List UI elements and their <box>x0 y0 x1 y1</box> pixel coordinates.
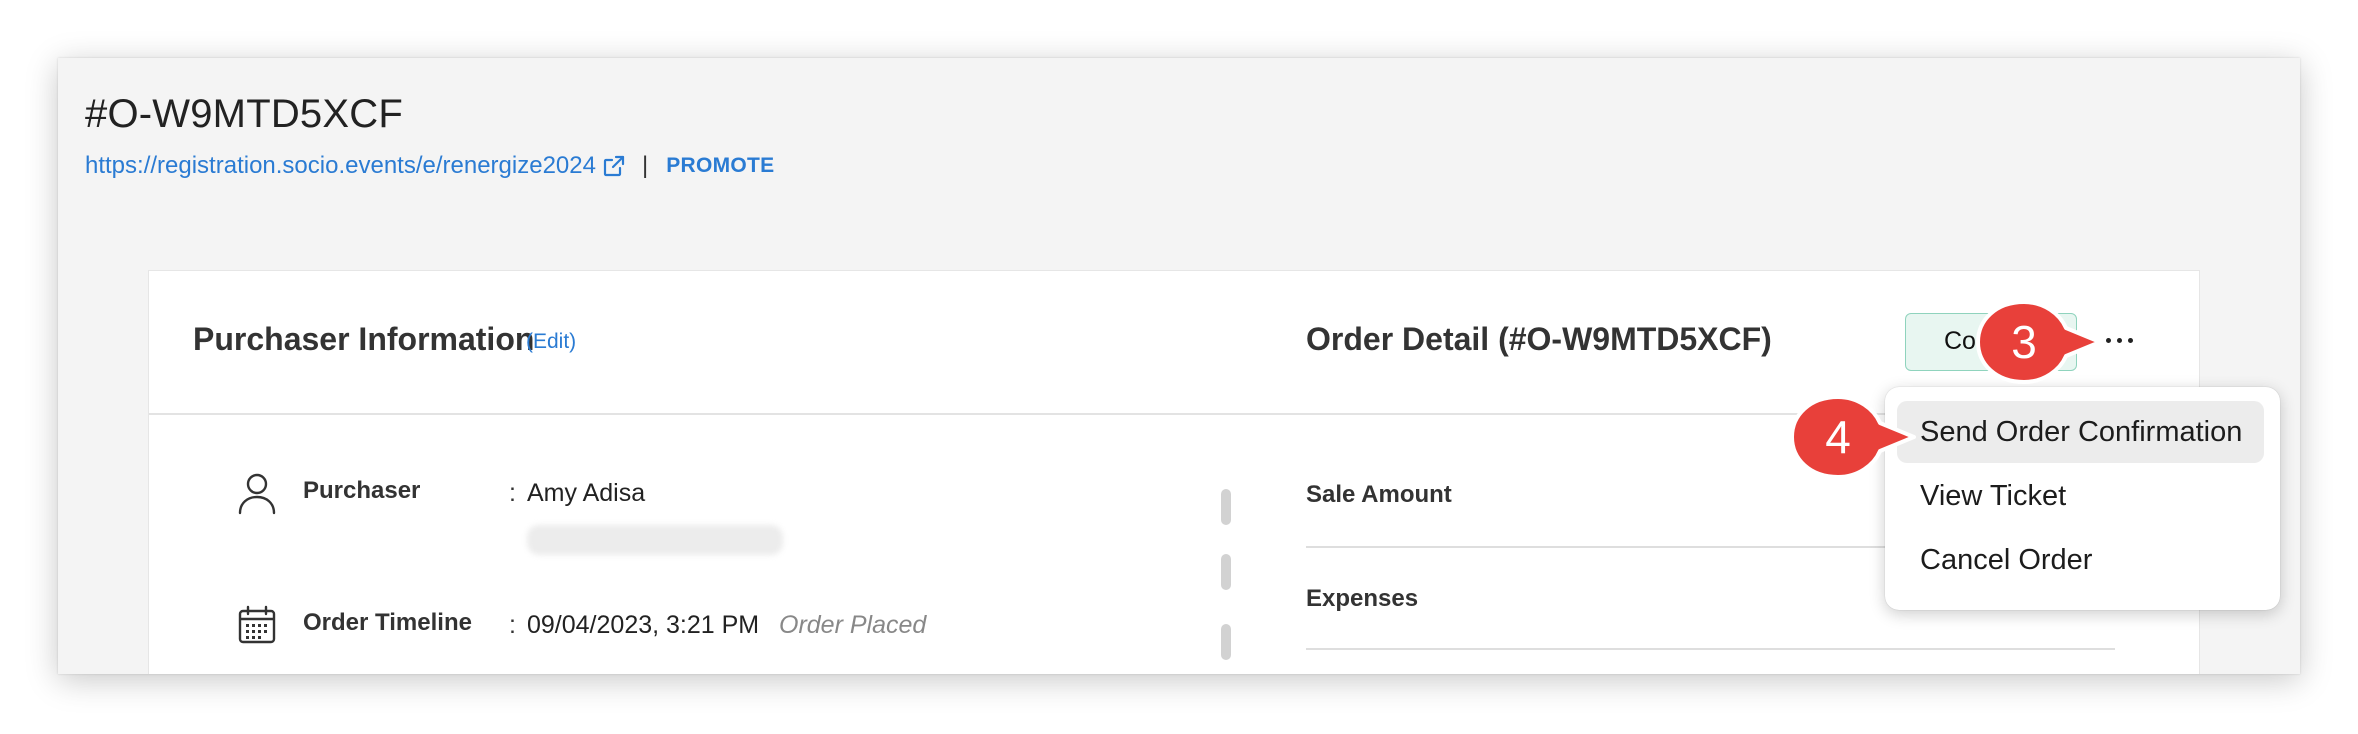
order-timeline-colon: : <box>509 611 516 639</box>
purchaser-label: Purchaser <box>303 477 421 504</box>
scroll-divider <box>1221 489 1231 525</box>
event-url-row: https://registration.socio.events/e/rene… <box>85 152 774 180</box>
order-id-title: #O-W9MTD5XCF <box>85 92 403 136</box>
purchaser-email-redacted <box>527 525 783 555</box>
external-link-icon[interactable] <box>602 154 626 178</box>
menu-item-send-order-confirmation[interactable]: Send Order Confirmation <box>1897 401 2264 463</box>
sale-amount-label: Sale Amount <box>1306 481 1452 508</box>
event-url-link[interactable]: https://registration.socio.events/e/rene… <box>85 152 596 180</box>
calendar-icon <box>238 605 276 644</box>
scroll-divider <box>1221 554 1231 590</box>
order-timeline-label: Order Timeline <box>303 609 472 636</box>
url-separator: | <box>641 152 649 179</box>
order-timeline-date: 09/04/2023, 3:21 PM <box>527 611 760 639</box>
purchaser-colon: : <box>509 479 516 507</box>
order-detail-title: Order Detail (#O-W9MTD5XCF) <box>1306 321 1772 357</box>
purchaser-name: Amy Adisa <box>527 479 646 507</box>
menu-item-view-ticket[interactable]: View Ticket <box>1897 465 2264 527</box>
order-timeline-status: Order Placed <box>779 611 927 639</box>
expenses-label: Expenses <box>1306 585 1419 612</box>
step-3-callout: 3 <box>1976 300 2102 384</box>
step-4-number: 4 <box>1825 411 1851 463</box>
row-divider <box>1306 648 2115 650</box>
edit-purchaser-link[interactable]: (Edit) <box>526 330 576 354</box>
step-3-number: 3 <box>2011 316 2037 368</box>
step-4-callout: 4 <box>1790 395 1916 479</box>
scroll-divider <box>1221 624 1231 660</box>
person-icon <box>238 473 276 515</box>
order-actions-menu: Send Order Confirmation View Ticket Canc… <box>1885 387 2280 610</box>
promote-link[interactable]: PROMOTE <box>666 154 774 178</box>
menu-item-cancel-order[interactable]: Cancel Order <box>1897 529 2264 591</box>
purchaser-section-title: Purchaser Information <box>193 321 535 357</box>
